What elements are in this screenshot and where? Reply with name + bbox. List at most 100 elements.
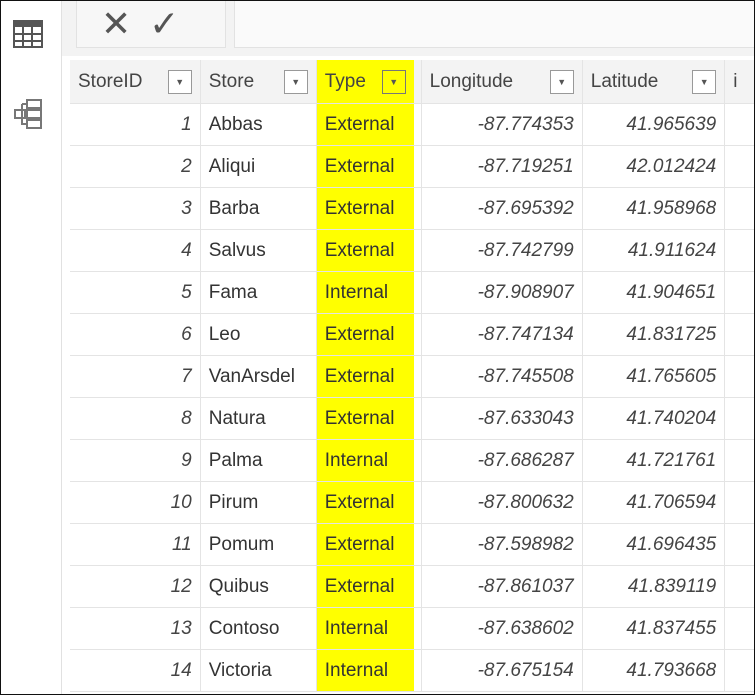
cell-longitude: -87.719251: [422, 146, 583, 187]
column-header-label: StoreID: [78, 70, 143, 92]
column-header-label: i: [733, 70, 738, 92]
cancel-button[interactable]: ✕: [101, 3, 131, 45]
column-header-latitude[interactable]: Latitude ▼: [583, 60, 726, 103]
cell-latitude: 42.012424: [583, 146, 726, 187]
cell-storeid: 10: [70, 482, 201, 523]
filter-dropdown-icon[interactable]: ▼: [167, 69, 192, 94]
table-row[interactable]: 9 Palma Internal -87.686287 41.721761: [70, 440, 755, 482]
cell-partial: [725, 146, 755, 187]
cell-storeid: 6: [70, 314, 201, 355]
cell-longitude: -87.598982: [422, 524, 583, 565]
table-row[interactable]: 8 Natura External -87.633043 41.740204: [70, 398, 755, 440]
cell-partial: [725, 524, 755, 565]
sidebar: [0, 0, 62, 695]
cell-longitude: -87.695392: [422, 188, 583, 229]
table-row[interactable]: 6 Leo External -87.747134 41.831725: [70, 314, 755, 356]
table-row[interactable]: 14 Victoria Internal -87.675154 41.793668: [70, 650, 755, 692]
column-header-type[interactable]: Type ▼: [316, 60, 422, 103]
column-header-store[interactable]: Store ▼: [201, 60, 317, 103]
cell-latitude: 41.831725: [583, 314, 726, 355]
table-icon[interactable]: [12, 18, 44, 50]
cell-longitude: -87.908907: [422, 272, 583, 313]
cell-storeid: 8: [70, 398, 201, 439]
cell-longitude: -87.745508: [422, 356, 583, 397]
cell-type: External: [316, 566, 414, 607]
cell-store: Victoria: [201, 650, 317, 691]
cell-storeid: 1: [70, 104, 201, 145]
cell-partial: [725, 398, 755, 439]
cell-type: Internal: [316, 440, 414, 481]
column-header-label: Longitude: [429, 70, 514, 92]
cell-store: Contoso: [201, 608, 317, 649]
table-row[interactable]: 10 Pirum External -87.800632 41.706594: [70, 482, 755, 524]
data-table: StoreID ▼ Store ▼ Type ▼ Longitude ▼ Latitude ▼ i …: [70, 60, 755, 692]
cell-store: Leo: [201, 314, 317, 355]
cell-store: Aliqui: [201, 146, 317, 187]
filter-dropdown-icon[interactable]: ▼: [549, 69, 574, 94]
cell-partial: [725, 188, 755, 229]
cell-storeid: 2: [70, 146, 201, 187]
cell-longitude: -87.633043: [422, 398, 583, 439]
cell-store: Abbas: [201, 104, 317, 145]
cell-store: Fama: [201, 272, 317, 313]
table-row[interactable]: 5 Fama Internal -87.908907 41.904651: [70, 272, 755, 314]
cell-latitude: 41.958968: [583, 188, 726, 229]
table-row[interactable]: 11 Pomum External -87.598982 41.696435: [70, 524, 755, 566]
cell-partial: [725, 440, 755, 481]
cell-store: VanArsdel: [201, 356, 317, 397]
table-row[interactable]: 3 Barba External -87.695392 41.958968: [70, 188, 755, 230]
cell-longitude: -87.800632: [422, 482, 583, 523]
table-row[interactable]: 2 Aliqui External -87.719251 42.012424: [70, 146, 755, 188]
cell-storeid: 5: [70, 272, 201, 313]
cell-longitude: -87.774353: [422, 104, 583, 145]
filter-dropdown-icon[interactable]: ▼: [381, 69, 406, 94]
column-header-i[interactable]: i: [725, 60, 755, 103]
cell-store: Pomum: [201, 524, 317, 565]
cell-latitude: 41.965639: [583, 104, 726, 145]
cell-latitude: 41.721761: [583, 440, 726, 481]
cell-type: External: [316, 230, 414, 271]
cell-type: External: [316, 314, 414, 355]
cell-storeid: 4: [70, 230, 201, 271]
table-row[interactable]: 12 Quibus External -87.861037 41.839119: [70, 566, 755, 608]
cell-latitude: 41.740204: [583, 398, 726, 439]
cell-type: External: [316, 356, 414, 397]
cell-longitude: -87.686287: [422, 440, 583, 481]
table-row[interactable]: 4 Salvus External -87.742799 41.911624: [70, 230, 755, 272]
cell-latitude: 41.837455: [583, 608, 726, 649]
cell-storeid: 9: [70, 440, 201, 481]
column-header-storeid[interactable]: StoreID ▼: [70, 60, 201, 103]
column-header-label: Store: [208, 70, 255, 92]
cell-latitude: 41.765605: [583, 356, 726, 397]
cell-storeid: 7: [70, 356, 201, 397]
commit-button[interactable]: ✓: [149, 3, 179, 45]
cell-partial: [725, 566, 755, 607]
table-row[interactable]: 7 VanArsdel External -87.745508 41.765605: [70, 356, 755, 398]
cell-partial: [725, 104, 755, 145]
cell-type: Internal: [316, 650, 414, 691]
column-header-longitude[interactable]: Longitude ▼: [422, 60, 583, 103]
cell-partial: [725, 272, 755, 313]
cell-longitude: -87.638602: [422, 608, 583, 649]
cell-store: Quibus: [201, 566, 317, 607]
cell-longitude: -87.675154: [422, 650, 583, 691]
table-row[interactable]: 1 Abbas External -87.774353 41.965639: [70, 104, 755, 146]
filter-dropdown-icon[interactable]: ▼: [692, 69, 717, 94]
table-row[interactable]: 13 Contoso Internal -87.638602 41.837455: [70, 608, 755, 650]
cell-latitude: 41.696435: [583, 524, 726, 565]
cell-latitude: 41.911624: [583, 230, 726, 271]
cell-type: External: [316, 398, 414, 439]
cell-store: Barba: [201, 188, 317, 229]
header-row: StoreID ▼ Store ▼ Type ▼ Longitude ▼ Latitude ▼ i: [70, 60, 755, 104]
formula-input[interactable]: [234, 0, 755, 48]
cell-longitude: -87.861037: [422, 566, 583, 607]
cell-partial: [725, 650, 755, 691]
filter-dropdown-icon[interactable]: ▼: [283, 69, 308, 94]
cell-storeid: 3: [70, 188, 201, 229]
column-header-label: Latitude: [590, 70, 659, 92]
cell-type: Internal: [316, 608, 414, 649]
cell-type: External: [316, 104, 414, 145]
cell-type: External: [316, 188, 414, 229]
model-icon[interactable]: [12, 98, 44, 130]
cell-storeid: 14: [70, 650, 201, 691]
